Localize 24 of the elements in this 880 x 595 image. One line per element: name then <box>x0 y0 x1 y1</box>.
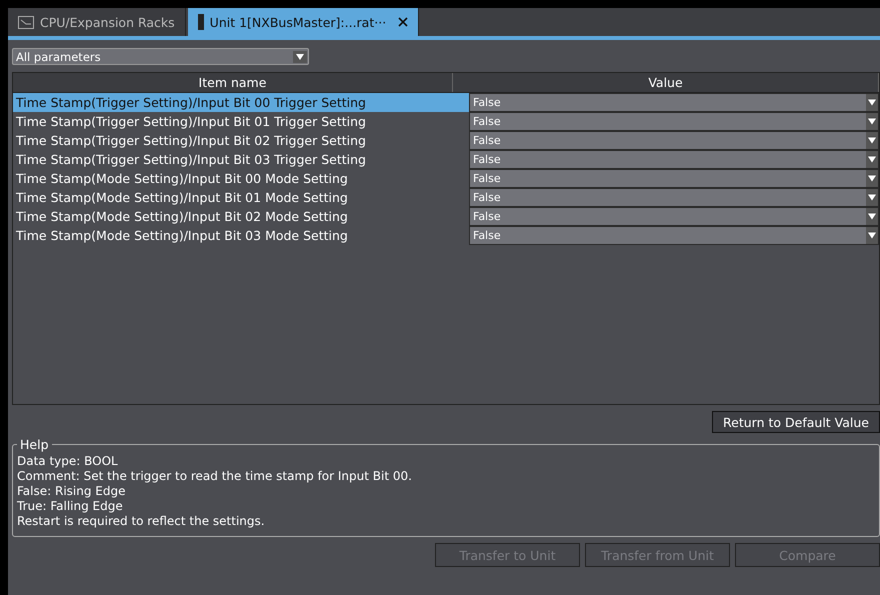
value-dropdown[interactable]: False <box>469 169 879 188</box>
value-dropdown[interactable]: False <box>469 93 879 112</box>
help-text: True: Falling Edge <box>17 499 124 514</box>
table-cell[interactable]: Time Stamp(Trigger Setting)/Input Bit 00 Trigger Setting <box>13 93 469 112</box>
value-dropdown[interactable]: False <box>469 188 879 207</box>
help-title: Help <box>19 437 50 452</box>
return-default-button[interactable]: Return to Default Value <box>712 411 880 433</box>
help-text: False: Rising Edge <box>17 484 126 499</box>
value-dropdown[interactable]: False <box>469 131 879 150</box>
caret-icon <box>293 50 307 62</box>
column-header: Item name <box>13 73 453 92</box>
close-icon[interactable] <box>398 17 408 27</box>
column-header: Value <box>453 73 879 92</box>
help-text: Data type: BOOL <box>17 454 119 469</box>
filter-dropdown[interactable]: All parameters <box>12 48 309 65</box>
value-dropdown[interactable]: False <box>469 226 879 245</box>
tab[interactable]: Unit 1[NXBusMaster]:...rat··· <box>188 8 420 36</box>
help-text: Comment: Set the trigger to read the time stamp for Input Bit 00. <box>17 469 413 484</box>
help-text: Restart is required to reflect the settings. <box>17 514 266 529</box>
value-dropdown[interactable]: False <box>469 112 879 131</box>
value-dropdown[interactable]: False <box>469 150 879 169</box>
value-dropdown[interactable]: False <box>469 207 879 226</box>
device-icon <box>198 14 204 30</box>
rack-icon <box>18 16 34 28</box>
